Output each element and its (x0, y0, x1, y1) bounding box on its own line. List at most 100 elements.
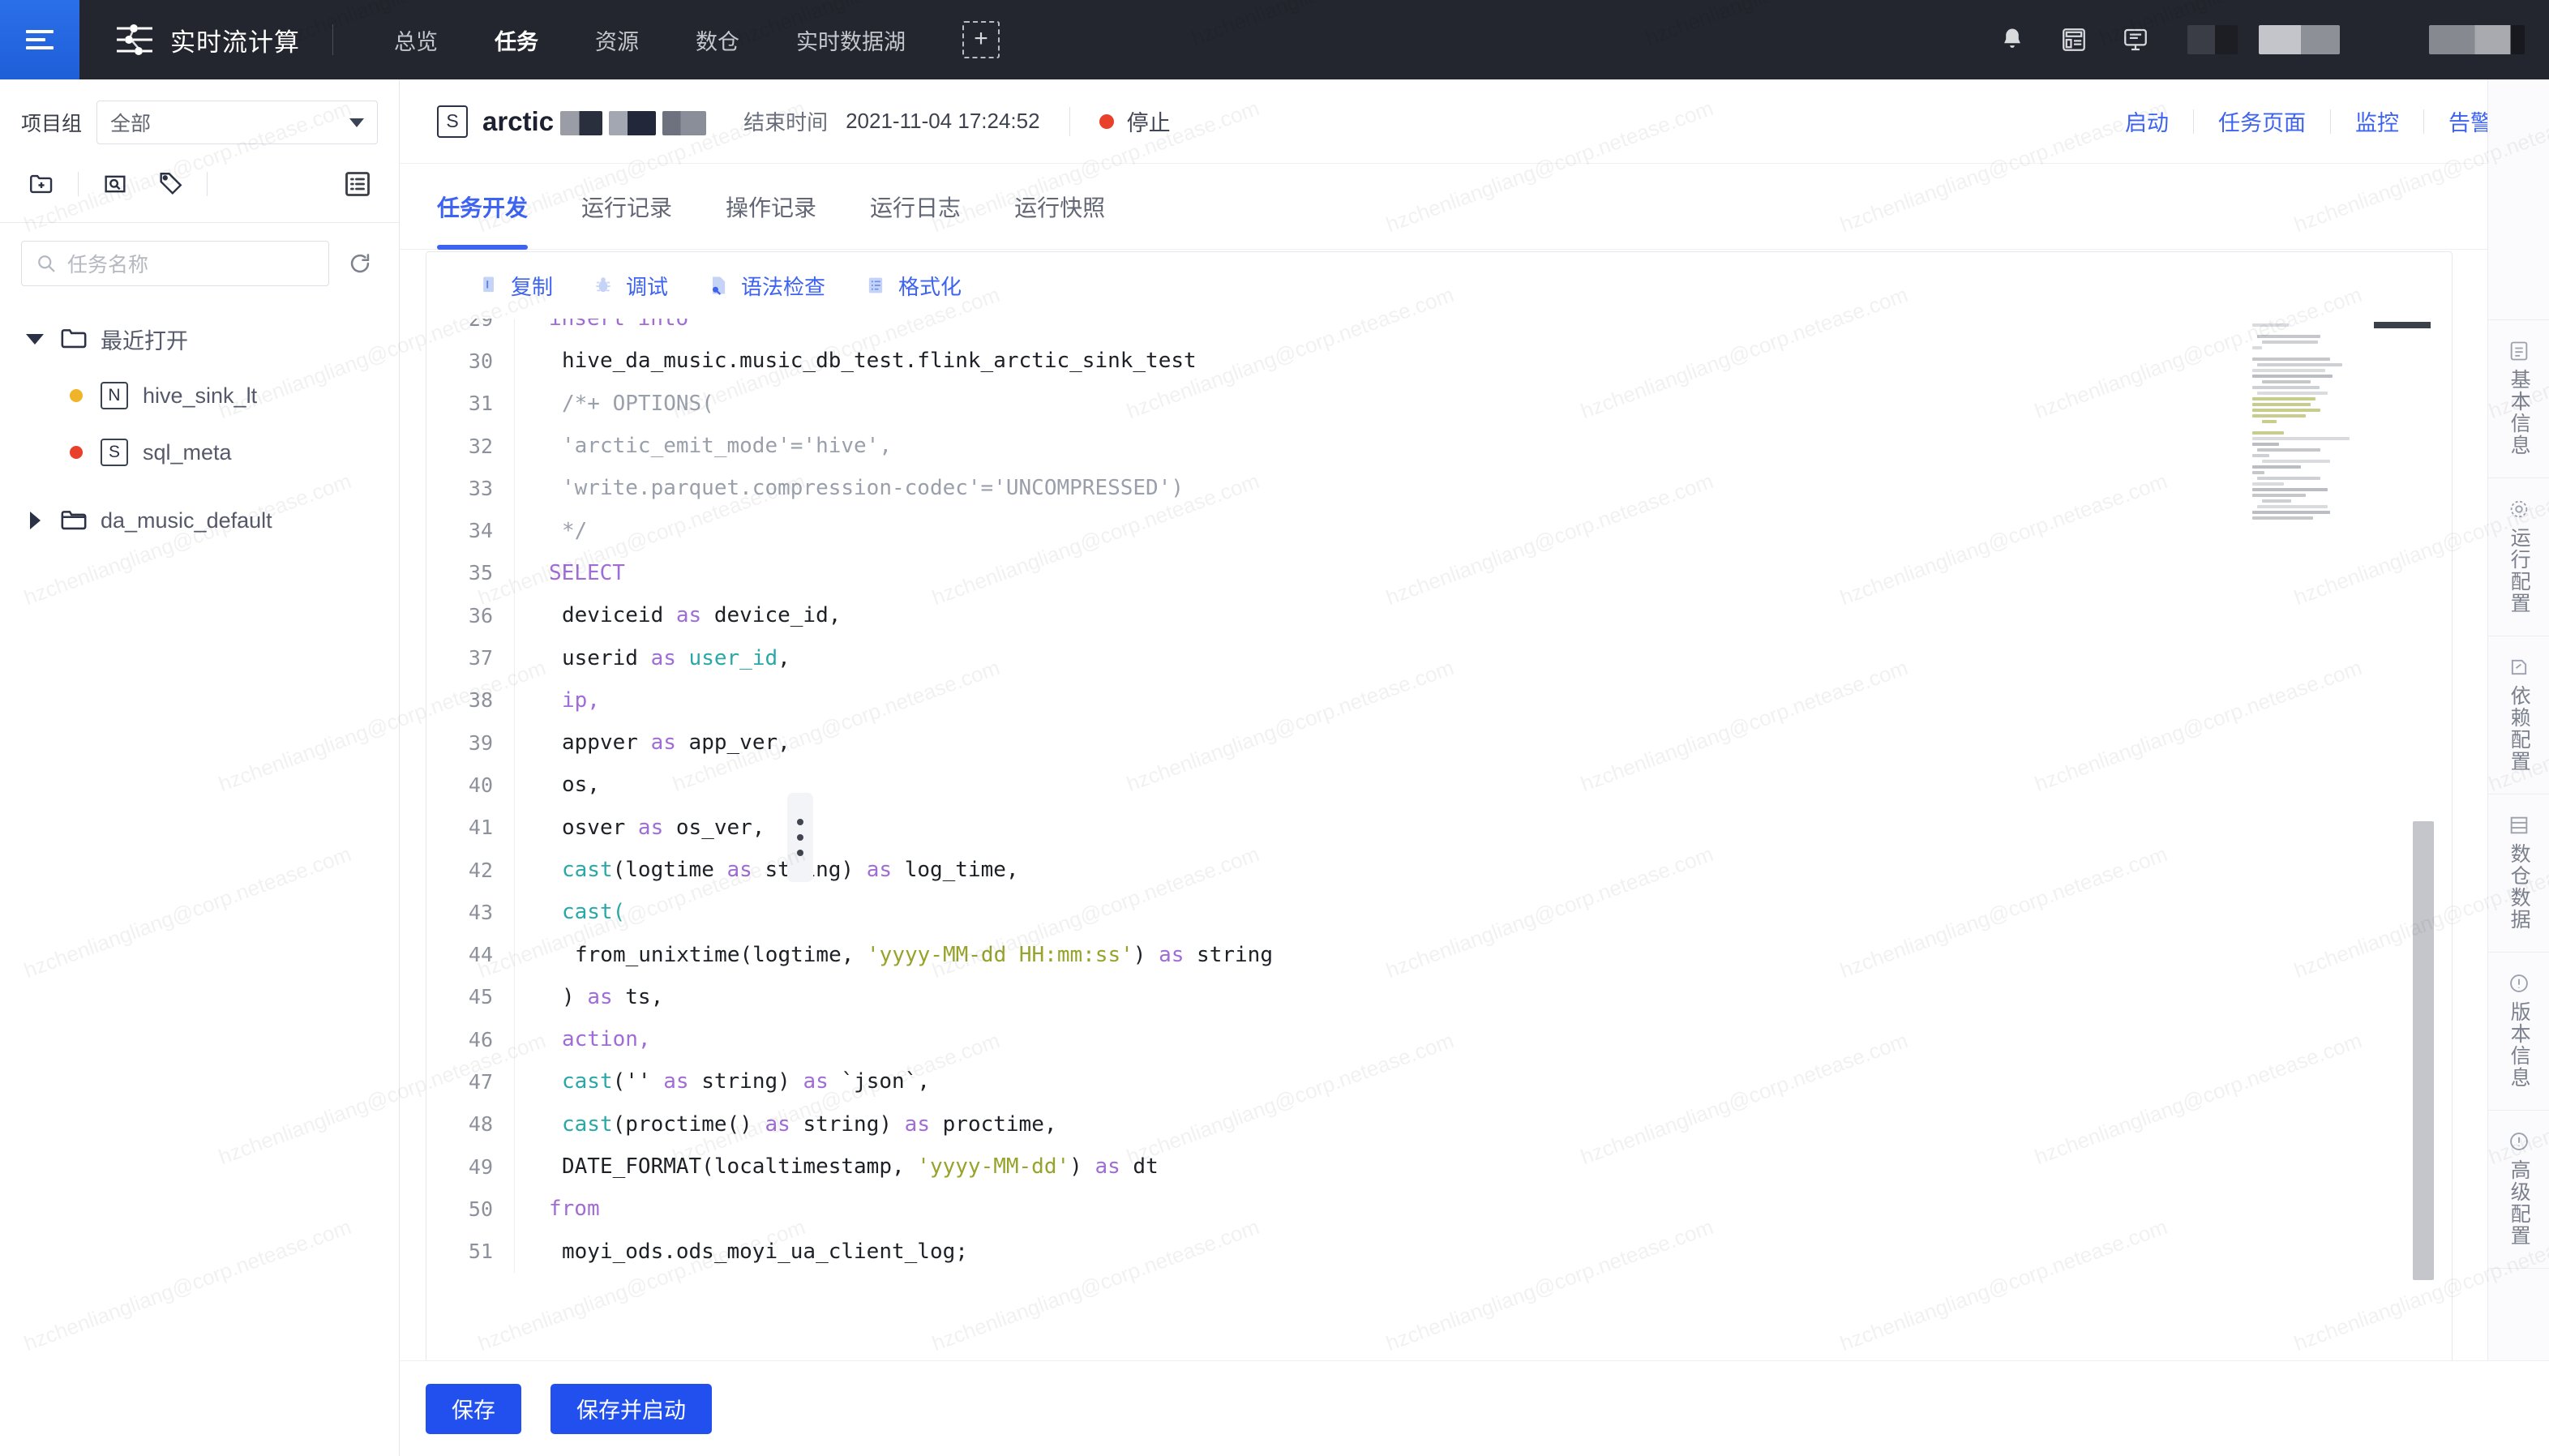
code-line[interactable]: 30 hive_da_music.music_db_test.flink_arct… (426, 340, 2452, 383)
sidebar-toolbar (0, 144, 399, 223)
task-page-link[interactable]: 任务页面 (2194, 105, 2330, 137)
chevron-right-icon[interactable] (21, 512, 49, 529)
format-button[interactable]: 格式化 (864, 271, 962, 301)
minimap-line (2252, 454, 2269, 457)
tab-run-logs[interactable]: 运行日志 (870, 164, 961, 250)
search-icon (38, 255, 55, 272)
editor-minimap[interactable] (2252, 323, 2374, 520)
panel-tab-dependency-config[interactable]: 依赖配置 (2488, 636, 2549, 794)
nav-item-resources[interactable]: 资源 (567, 24, 667, 56)
task-search-row: 任务名称 (0, 223, 399, 294)
code-line[interactable]: 45) as ts, (426, 975, 2452, 1019)
code-line[interactable]: 37 userid as user_id, (426, 636, 2452, 679)
panel-tab-run-config[interactable]: 运行配置 (2488, 478, 2549, 636)
tag-icon (160, 173, 182, 195)
editor-scrollbar[interactable] (2413, 319, 2434, 1411)
tab-run-records[interactable]: 运行记录 (581, 164, 672, 250)
minimap-line (2252, 414, 2306, 418)
notifications-button[interactable] (1981, 0, 2043, 79)
code-line[interactable]: 48 cast(proctime() as string) as proctime… (426, 1103, 2452, 1146)
code-line[interactable]: 47 cast('' as string) as `json`, (426, 1060, 2452, 1103)
debug-button[interactable]: 调试 (592, 271, 668, 301)
panel-tab-warehouse-data[interactable]: 数仓数据 (2488, 794, 2549, 953)
code-text: cast(logtime as string) as log_time, (562, 858, 1019, 882)
line-number: 38 (468, 688, 493, 713)
menu-toggle-button[interactable] (0, 0, 79, 79)
chevron-down-icon[interactable] (21, 333, 49, 345)
syntax-check-button[interactable]: 语法检查 (707, 271, 825, 301)
code-line[interactable]: 43 cast( (426, 891, 2452, 934)
tree-folder-da-music-default[interactable]: da_music_default (0, 492, 399, 549)
code-line[interactable]: 49 DATE_FORMAT(localtimestamp, 'yyyy-MM-d… (426, 1145, 2452, 1188)
syntax-check-label: 语法检查 (741, 274, 826, 299)
project-group-select[interactable]: 全部 (96, 101, 378, 144)
redacted-name-part-3 (662, 110, 707, 135)
minimap-line (2257, 392, 2328, 395)
workbench-button[interactable] (2105, 0, 2166, 79)
exclamation-circle-icon (2510, 1133, 2528, 1150)
code-text: 'write.parquet.compression-codec'='UNCOM… (562, 476, 1185, 501)
code-line[interactable]: 46 action, (426, 1018, 2452, 1061)
minimap-line (2257, 477, 2320, 480)
panel-resize-handle[interactable] (787, 793, 813, 882)
list-view-button[interactable] (339, 165, 376, 203)
code-line[interactable]: 34 */ (426, 509, 2452, 552)
nav-item-realtime-lake[interactable]: 实时数据湖 (768, 24, 934, 56)
code-line[interactable]: 40 os, (426, 764, 2452, 807)
task-type-badge: S (101, 439, 128, 466)
dashboard-button[interactable] (2043, 0, 2105, 79)
code-line[interactable]: 36 deviceid as device_id, (426, 594, 2452, 637)
code-line[interactable]: 41 osver as os_ver, (426, 806, 2452, 849)
monitor-link[interactable]: 监控 (2331, 105, 2423, 137)
plus-icon: + (974, 24, 988, 52)
save-button[interactable]: 保存 (426, 1383, 521, 1434)
code-editor[interactable]: 29 insert into 30 hive_da_music.music_db_te… (426, 319, 2452, 1411)
dashboard-icon (2063, 28, 2085, 51)
code-line[interactable]: 29 insert into (426, 319, 2452, 340)
nav-item-overview[interactable]: 总览 (366, 24, 466, 56)
nav-item-tasks[interactable]: 任务 (466, 24, 567, 56)
tab-task-development[interactable]: 任务开发 (437, 164, 529, 250)
code-line[interactable]: 35 SELECT (426, 551, 2452, 595)
add-module-button[interactable]: + (962, 21, 1000, 58)
search-folder-button[interactable] (96, 165, 134, 203)
code-line[interactable]: 44 from_unixtime(logtime, 'yyyy-MM-dd HH:… (426, 933, 2452, 976)
search-input[interactable]: 任务名称 (21, 241, 329, 286)
code-line[interactable]: 51 moyi_ods.ods_moyi_ua_client_log; (426, 1230, 2452, 1273)
tab-operation-records[interactable]: 操作记录 (726, 164, 816, 250)
code-line[interactable]: 39 appver as app_ver, (426, 721, 2452, 764)
code-line[interactable]: 38 ip, (426, 679, 2452, 722)
panel-tab-advanced-config[interactable]: 高级配置 (2488, 1111, 2549, 1269)
top-navigation-bar: 实时流计算 总览 任务 资源 数仓 实时数据湖 + (0, 0, 2549, 79)
code-line[interactable]: 50 from (426, 1188, 2452, 1231)
topnav-right-group (1981, 0, 2549, 79)
info-doc-icon (2510, 341, 2528, 361)
minimap-line (2252, 375, 2333, 378)
code-line[interactable]: 31 /*+ OPTIONS( (426, 382, 2452, 425)
code-line[interactable]: 33 'write.parquet.compression-codec'='UNC… (426, 467, 2452, 510)
new-folder-button[interactable] (23, 165, 60, 203)
start-button[interactable]: 启动 (2101, 105, 2193, 137)
list-item[interactable]: S sql_meta (0, 424, 399, 481)
tree-folder-recent[interactable]: 最近打开 (0, 310, 399, 367)
task-name-label: sql_meta (143, 439, 232, 465)
refresh-button[interactable] (342, 246, 378, 281)
footer-actions: 保存 保存并启动 (400, 1360, 2549, 1456)
minimap-line (2252, 369, 2325, 372)
tag-button[interactable] (152, 165, 189, 203)
nav-item-warehouse[interactable]: 数仓 (667, 24, 768, 56)
panel-tab-basic-info[interactable]: 基本信息 (2488, 319, 2549, 478)
tab-run-snapshots[interactable]: 运行快照 (1014, 164, 1105, 250)
scrollbar-thumb[interactable] (2413, 821, 2434, 1281)
code-lines[interactable]: 29 insert into 30 hive_da_music.music_db_te… (426, 319, 2452, 1273)
line-number: 33 (468, 476, 493, 500)
code-line[interactable]: 42 cast(logtime as string) as log_time, (426, 848, 2452, 892)
save-and-start-button[interactable]: 保存并启动 (550, 1383, 712, 1434)
editor-toolbar: 复制 调试 语法检查 格式化 (426, 252, 2452, 319)
line-number: 46 (468, 1027, 493, 1051)
brand: 实时流计算 (114, 19, 300, 61)
copy-button[interactable]: 复制 (477, 271, 553, 301)
panel-tab-version-info[interactable]: 版本信息 (2488, 953, 2549, 1111)
code-line[interactable]: 32 'arctic_emit_mode'='hive', (426, 424, 2452, 468)
list-item[interactable]: N hive_sink_lt (0, 367, 399, 424)
